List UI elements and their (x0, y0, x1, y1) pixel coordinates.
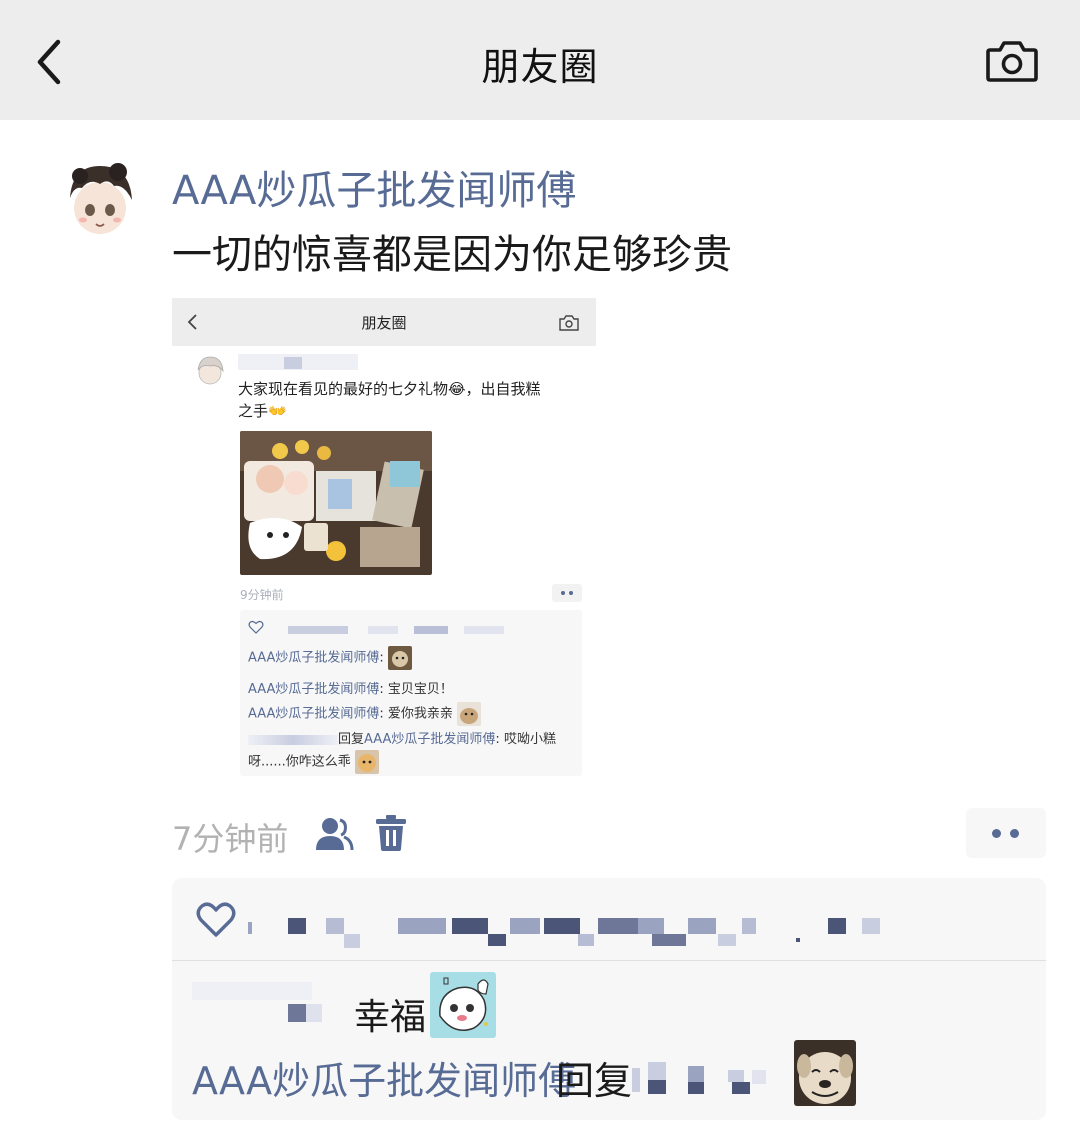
image-comments: AAA炒瓜子批发闻师傅: AAA炒瓜子批发闻师傅: 宝贝宝贝！ AAA炒瓜子批发… (240, 610, 582, 776)
sticker-image (794, 1040, 856, 1106)
comment-text: 幸福 (354, 997, 427, 1038)
divider (172, 960, 1046, 961)
reply-label: 回复 (556, 1059, 633, 1103)
comment-author[interactable]: AAA炒瓜子批发闻师傅 (192, 1050, 576, 1105)
image-comment: AAA炒瓜子批发闻师傅: 爱你我亲亲 (248, 702, 482, 726)
gift-photo (240, 431, 432, 575)
comments-panel: 幸福 AAA炒瓜子批发闻师傅 回复 (172, 878, 1046, 1120)
commenter-name-blurred[interactable] (192, 978, 332, 1026)
image-post-text: 大家现在看见的最好的七夕礼物😂，出自我糕 之手👐 (238, 380, 541, 420)
image-avatar (197, 356, 224, 385)
image-title: 朋友圈 (361, 314, 407, 332)
image-top-bar: 朋友圈 (172, 298, 596, 346)
heart-outline-icon (196, 902, 236, 937)
sticker-image (387, 646, 412, 670)
post-time: 7分钟前 (172, 820, 289, 858)
author-avatar[interactable] (56, 158, 144, 246)
image-comment: AAA炒瓜子批发闻师傅: 宝贝宝贝！ (248, 682, 453, 697)
camera-icon (986, 41, 1038, 82)
sticker-image (430, 972, 496, 1038)
author-name[interactable]: AAA炒瓜子批发闻师傅 (172, 158, 576, 216)
reply-target-blurred[interactable] (632, 1058, 782, 1098)
camera-button[interactable] (984, 38, 1040, 86)
image-comment: 回复AAA炒瓜子批发闻师傅: 哎呦小糕 (248, 728, 556, 747)
more-dots-icon (992, 829, 1001, 838)
image-comment: AAA炒瓜子批发闻师傅: (248, 646, 412, 670)
post-text: 一切的惊喜都是因为你足够珍贵 (172, 232, 732, 278)
page-title: 朋友圈 (481, 45, 599, 89)
camera-icon (559, 315, 579, 331)
image-comment-wrap: 呀......你咋这么乖 (248, 750, 379, 774)
image-more-button (552, 584, 582, 602)
more-button[interactable] (966, 808, 1046, 858)
image-likes-blur (288, 626, 504, 634)
trash-icon[interactable] (376, 814, 406, 852)
image-post-time: 9分钟前 (240, 588, 284, 602)
heart-outline-icon (248, 620, 264, 634)
top-bar: 朋友圈 (0, 0, 1080, 120)
sticker-image (457, 702, 482, 726)
people-icon[interactable] (314, 816, 354, 852)
post-image[interactable]: 朋友圈 大家现在看见的最好的七夕礼物😂，出自我糕 之手👐 9分钟前 AAA炒瓜子… (172, 298, 596, 784)
likers-list-blurred[interactable] (248, 912, 988, 948)
image-name-blur (238, 354, 358, 370)
sticker-image (354, 750, 379, 774)
